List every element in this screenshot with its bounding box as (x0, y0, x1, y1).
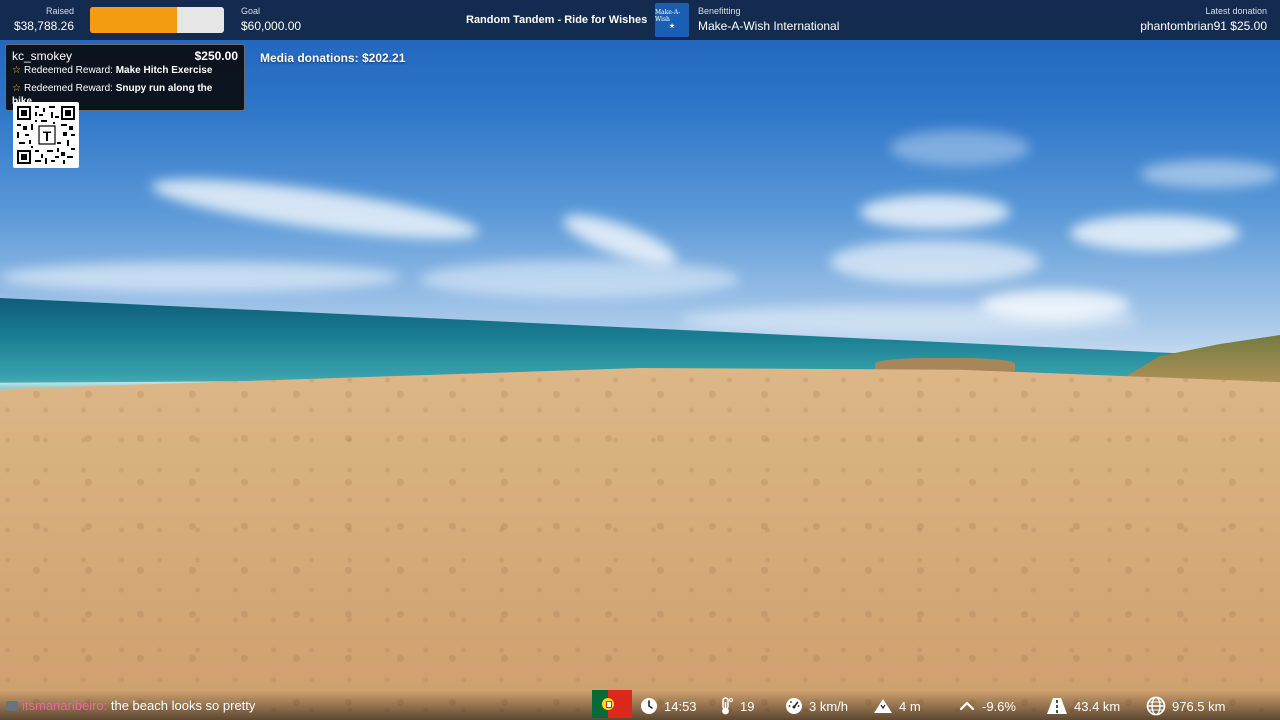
reward-prefix: Redeemed Reward: (23, 65, 116, 76)
fundraising-progress-bar (90, 7, 224, 33)
chevron-up-icon (959, 701, 975, 711)
elevation-stat: 4 m (873, 697, 921, 715)
portugal-flag-icon (592, 690, 632, 718)
grade-value: -9.6% (982, 698, 1016, 714)
reward-name: Make Hitch Exercise (115, 65, 213, 76)
time-stat: 14:53 (640, 697, 697, 715)
raised-value: $38,788.26 (13, 19, 74, 33)
temperature-value: 19 (740, 698, 755, 714)
distance-stat: 43.4 km (1046, 697, 1120, 715)
road-icon (1047, 698, 1067, 714)
star-icon: ☆ (12, 83, 21, 94)
benefitting-block: Benefitting Make-A-Wish International (698, 6, 839, 33)
cloud (420, 260, 740, 298)
top-bar: Raised $38,788.26 Goal $60,000.00 Random… (0, 0, 1280, 40)
thermometer-icon (722, 697, 733, 715)
qr-letter: T (43, 128, 52, 144)
goal-value: $60,000.00 (241, 19, 302, 33)
distance-today-value: 43.4 km (1074, 698, 1121, 714)
chat-username[interactable]: itsmariaribeiro (22, 698, 104, 713)
speed-stat: 3 km/h (785, 697, 848, 715)
make-a-wish-logo: Make-A-Wish ★ (655, 3, 689, 37)
goal-label: Goal (241, 6, 261, 16)
logo-text: Make-A-Wish (655, 9, 681, 23)
qr-code-icon: T (17, 106, 75, 164)
cloud (1140, 160, 1280, 188)
clock-icon (641, 698, 657, 714)
latest-donation-value: phantombrian91 $25.00 (1140, 19, 1267, 33)
cloud (1070, 215, 1240, 251)
globe-icon (1146, 696, 1166, 716)
total-distance-stat: 976.5 km (1146, 696, 1226, 716)
cloud (680, 305, 1140, 335)
latest-donation-block: Latest donation phantombrian91 $25.00 (1140, 6, 1267, 33)
donation-alert: kc_smokey $250.00 ☆ Redeemed Reward: Make… (5, 44, 245, 111)
grade-stat: -9.6% (958, 697, 1016, 715)
latest-donation-label: Latest donation (1205, 6, 1267, 16)
event-title: Random Tandem - Ride for Wishes (466, 14, 648, 26)
donation-amount: $250.00 (194, 49, 238, 63)
chat-separator: : (103, 698, 111, 713)
speedometer-icon (786, 698, 802, 714)
media-donations: Media donations: $202.21 (260, 51, 406, 65)
qr-code[interactable]: T (13, 102, 79, 168)
elevation-value: 4 m (899, 698, 921, 714)
temperature-stat: 19 (718, 697, 754, 715)
benefitting-value: Make-A-Wish International (698, 19, 840, 33)
reward-line: ☆ Redeemed Reward: Make Hitch Exercise (12, 64, 234, 77)
time-value: 14:53 (664, 698, 697, 714)
mountain-icon (874, 699, 892, 713)
cloud (860, 195, 1010, 229)
cloud (890, 130, 1030, 166)
sand (0, 368, 1280, 720)
benefitting-label: Benefitting (698, 6, 741, 16)
star-icon: ☆ (12, 65, 21, 76)
chat-message: itsmariaribeiro: the beach looks so pret… (6, 698, 255, 713)
chat-badge-icon (6, 701, 18, 711)
raised-block: Raised $38,788.26 (14, 6, 74, 33)
goal-block: Goal $60,000.00 (241, 6, 301, 33)
cloud (830, 240, 1040, 284)
raised-label: Raised (45, 6, 74, 16)
cloud (0, 262, 400, 292)
donor-name: kc_smokey (12, 49, 73, 63)
chat-text: the beach looks so pretty (110, 698, 256, 713)
distance-total-value: 976.5 km (1172, 698, 1226, 714)
progress-fill (90, 7, 177, 33)
speed-value: 3 km/h (809, 698, 849, 714)
reward-prefix: Redeemed Reward: (23, 83, 116, 94)
star-icon: ★ (668, 23, 676, 30)
